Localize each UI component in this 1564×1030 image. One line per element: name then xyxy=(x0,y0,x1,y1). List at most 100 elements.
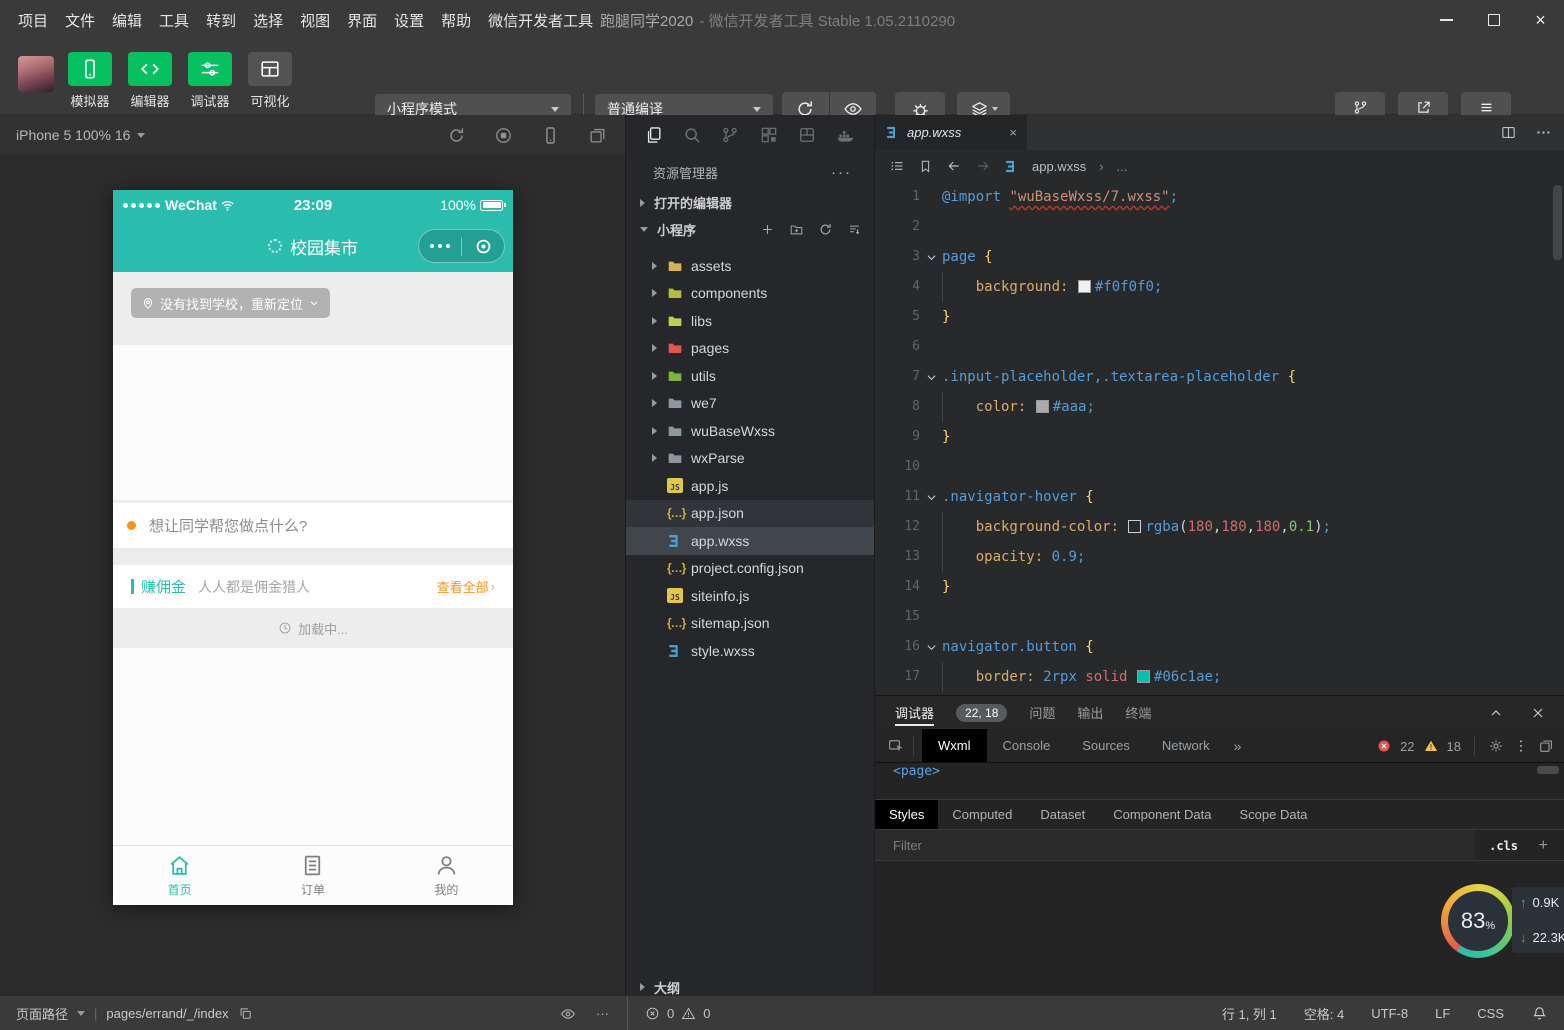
style-tab-styles[interactable]: Styles xyxy=(875,800,938,829)
minimize-button[interactable] xyxy=(1423,0,1470,40)
code-line-1[interactable]: 1@import "wuBaseWxss/7.wxss"; xyxy=(875,182,1564,212)
color-swatch[interactable] xyxy=(1128,520,1141,533)
maximize-button[interactable] xyxy=(1470,0,1517,40)
color-swatch[interactable] xyxy=(1036,400,1049,413)
tab-panel-1[interactable]: 问题 xyxy=(1029,703,1055,722)
style-tab-scope-data[interactable]: Scope Data xyxy=(1225,800,1321,829)
new-folder-icon[interactable] xyxy=(789,222,804,237)
warning-count-icon[interactable] xyxy=(681,1006,696,1021)
code-line-7[interactable]: 7.input-placeholder,.textarea-placeholde… xyxy=(875,362,1564,392)
fold-chevron-icon[interactable] xyxy=(920,362,942,392)
code-line-4[interactable]: 4 background: #f0f0f0; xyxy=(875,272,1564,302)
style-tab-computed[interactable]: Computed xyxy=(938,800,1026,829)
more-actions-icon[interactable]: ··· xyxy=(831,164,852,181)
tree-item-style.wxss[interactable]: style.wxss xyxy=(626,637,874,665)
phone-tab-home[interactable]: 首页 xyxy=(113,846,246,905)
tree-item-utils[interactable]: utils xyxy=(626,362,874,390)
open-editors-section[interactable]: 打开的编辑器 xyxy=(626,189,874,216)
extensions-icon[interactable] xyxy=(759,125,779,145)
code-line-5[interactable]: 5} xyxy=(875,302,1564,332)
tree-item-app.json[interactable]: {…}app.json xyxy=(626,500,874,528)
tree-item-app.js[interactable]: JSapp.js xyxy=(626,472,874,500)
menu-item-11[interactable]: 微信开发者工具 xyxy=(488,10,593,31)
code-line-10[interactable]: 10 xyxy=(875,452,1564,482)
editor-more-icon[interactable] xyxy=(1535,124,1552,141)
fold-chevron-icon[interactable] xyxy=(920,242,942,272)
error-count[interactable]: 22 xyxy=(1400,739,1414,754)
editor-tab-app-wxss[interactable]: app.wxss × xyxy=(875,115,1027,150)
tree-item-project.config.json[interactable]: {…}project.config.json xyxy=(626,555,874,583)
error-count-icon[interactable] xyxy=(645,1006,660,1021)
undock-icon[interactable] xyxy=(1538,738,1554,754)
code-line-14[interactable]: 14} xyxy=(875,572,1564,602)
menu-item-4[interactable]: 工具 xyxy=(159,10,189,31)
close-panel-icon[interactable] xyxy=(1530,705,1546,721)
menu-item-3[interactable]: 编辑 xyxy=(112,10,142,31)
elements-tree[interactable]: <page> xyxy=(875,763,1564,799)
devtools-tab-sources[interactable]: Sources xyxy=(1066,729,1146,762)
tree-item-libs[interactable]: libs xyxy=(626,307,874,335)
refresh-icon[interactable] xyxy=(447,126,466,145)
language-mode[interactable]: CSS xyxy=(1477,1006,1504,1021)
panel-toggle-sliders[interactable]: 调试器 xyxy=(188,52,232,110)
nav-forward-icon[interactable] xyxy=(975,158,991,174)
tree-item-pages[interactable]: pages xyxy=(626,335,874,363)
tree-item-assets[interactable]: assets xyxy=(626,252,874,280)
tab-panel-3[interactable]: 终端 xyxy=(1125,703,1151,722)
tree-item-siteinfo.js[interactable]: JSsiteinfo.js xyxy=(626,582,874,610)
breadcr-more[interactable]: ... xyxy=(1117,159,1128,174)
warning-count[interactable]: 18 xyxy=(1447,739,1461,754)
style-filter-input[interactable]: Filter xyxy=(875,830,1475,860)
code-line-11[interactable]: 11.navigator-hover { xyxy=(875,482,1564,512)
page-path-value[interactable]: pages/errand/_/index xyxy=(106,1006,228,1021)
code-line-8[interactable]: 8 color: #aaa; xyxy=(875,392,1564,422)
code-line-16[interactable]: 16navigator.button { xyxy=(875,632,1564,662)
style-tab-component-data[interactable]: Component Data xyxy=(1099,800,1225,829)
watch-icon[interactable] xyxy=(560,1006,576,1022)
breadcrumb-file[interactable]: app.wxss xyxy=(1032,159,1086,174)
project-section[interactable]: 小程序 xyxy=(626,216,874,243)
code-line-12[interactable]: 12 background-color: rgba(180,180,180,0.… xyxy=(875,512,1564,542)
search-icon[interactable] xyxy=(682,125,702,145)
menu-item-10[interactable]: 帮助 xyxy=(441,10,471,31)
add-style-button[interactable]: + xyxy=(1539,830,1548,861)
code-line-3[interactable]: 3page { xyxy=(875,242,1564,272)
task-prompt-row[interactable]: 想让同学帮您做点什么? xyxy=(113,503,513,548)
tree-item-components[interactable]: components xyxy=(626,280,874,308)
source-control-icon[interactable] xyxy=(720,125,740,145)
code-area[interactable]: 1@import "wuBaseWxss/7.wxss";23page {4 b… xyxy=(875,182,1564,695)
tree-item-wuBaseWxss[interactable]: wuBaseWxss xyxy=(626,417,874,445)
code-line-2[interactable]: 2 xyxy=(875,212,1564,242)
settings-gear-icon[interactable] xyxy=(1488,738,1504,754)
bookmark-icon[interactable] xyxy=(918,159,933,174)
devtools-tab-network[interactable]: Network xyxy=(1146,729,1226,762)
panel-toggle-phone[interactable]: 模拟器 xyxy=(68,52,112,110)
tab-debugger[interactable]: 调试器 xyxy=(895,696,934,729)
menu-item-1[interactable]: 项目 xyxy=(18,10,48,31)
close-tab-icon[interactable]: × xyxy=(1009,125,1017,140)
devtools-more-icon[interactable] xyxy=(1513,738,1529,754)
fold-chevron-icon[interactable] xyxy=(920,632,942,662)
inspect-element-icon[interactable] xyxy=(887,737,905,755)
phone-tab-order[interactable]: 订单 xyxy=(246,846,379,905)
multi-window-icon[interactable] xyxy=(588,126,607,145)
tab-panel-2[interactable]: 输出 xyxy=(1077,703,1103,722)
tree-item-we7[interactable]: we7 xyxy=(626,390,874,418)
menu-item-9[interactable]: 设置 xyxy=(394,10,424,31)
record-icon[interactable] xyxy=(494,126,513,145)
refresh-explorer-icon[interactable] xyxy=(818,222,833,237)
color-swatch[interactable] xyxy=(1078,280,1091,293)
editor-scrollbar[interactable] xyxy=(1553,185,1562,260)
close-button[interactable]: × xyxy=(1517,0,1564,40)
nav-back-icon[interactable] xyxy=(946,158,962,174)
new-file-icon[interactable] xyxy=(760,222,775,237)
split-editor-icon[interactable] xyxy=(1500,124,1517,141)
panel-icon[interactable] xyxy=(797,125,817,145)
tree-item-wxParse[interactable]: wxParse xyxy=(626,445,874,473)
location-pill-button[interactable]: 没有找到学校，重新定位 xyxy=(131,288,330,318)
device-icon[interactable] xyxy=(541,126,560,145)
indent-setting[interactable]: 空格: 4 xyxy=(1304,1004,1344,1023)
device-selector[interactable]: iPhone 5 100% 16 xyxy=(16,127,130,143)
panel-toggle-layout[interactable]: 可视化 xyxy=(248,52,292,110)
more-menu-button[interactable] xyxy=(419,244,461,249)
